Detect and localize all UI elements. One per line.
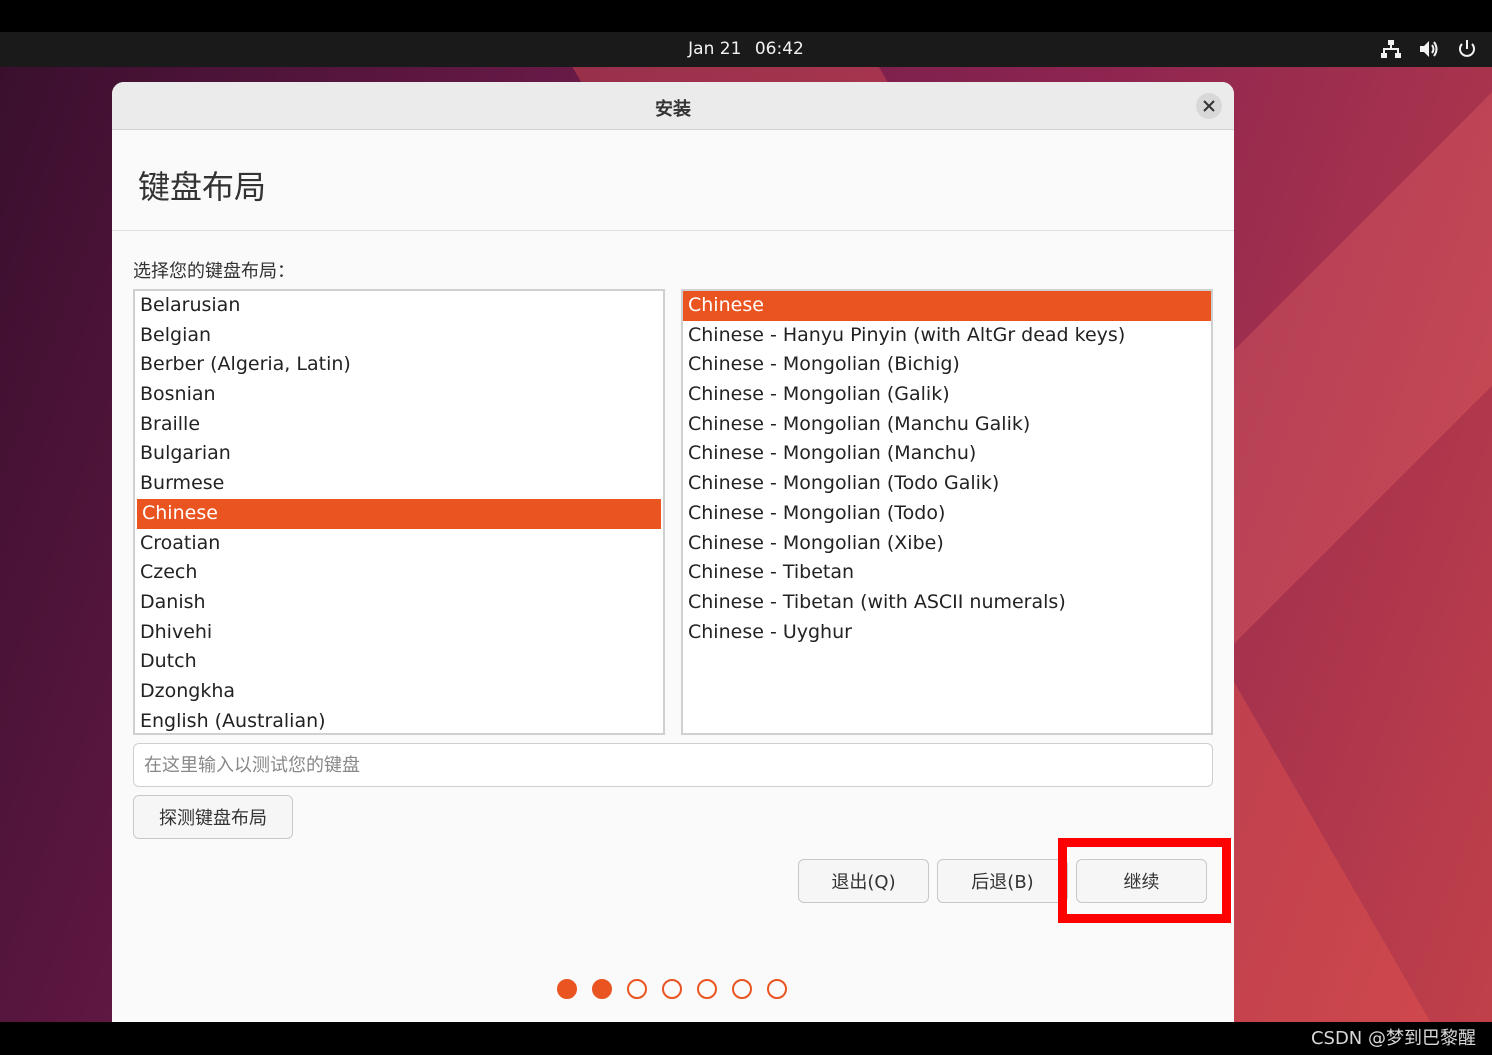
list-item[interactable]: Chinese - Mongolian (Galik) [683, 380, 1211, 410]
progress-dot [697, 979, 717, 999]
list-item[interactable]: Bulgarian [135, 439, 663, 469]
list-item[interactable]: Belgian [135, 321, 663, 351]
list-item[interactable]: Belarusian [135, 291, 663, 321]
list-item[interactable]: Chinese [137, 498, 661, 529]
list-item[interactable]: Bosnian [135, 380, 663, 410]
list-item[interactable]: Chinese - Mongolian (Xibe) [683, 529, 1211, 559]
list-item[interactable]: Berber (Algeria, Latin) [135, 350, 663, 380]
system-tray [1380, 38, 1478, 60]
progress-dot [767, 979, 787, 999]
installer-window: 安装 键盘布局 选择您的键盘布局： Belarusian Belgian Berbe… [112, 82, 1234, 1022]
list-item[interactable]: Dutch [135, 647, 663, 677]
clock-date: Jan 21 [688, 39, 742, 59]
quit-button[interactable]: 退出(Q) [798, 859, 929, 903]
list-item[interactable]: Chinese - Mongolian (Todo) [683, 499, 1211, 529]
progress-dots [557, 979, 787, 999]
watermark: CSDN @梦到巴黎醒 [1310, 1028, 1476, 1049]
list-item[interactable]: Dzongkha [135, 677, 663, 707]
progress-dot [627, 979, 647, 999]
list-item[interactable]: Chinese [683, 291, 1211, 321]
list-item[interactable]: Burmese [135, 469, 663, 499]
progress-dot [592, 979, 612, 999]
close-button[interactable] [1196, 93, 1222, 119]
list-item[interactable]: Chinese - Mongolian (Manchu Galik) [683, 410, 1211, 440]
list-item[interactable]: Braille [135, 410, 663, 440]
variant-list[interactable]: Chinese Chinese - Hanyu Pinyin (with AltG… [681, 289, 1213, 735]
list-item[interactable]: Chinese - Uyghur [683, 618, 1211, 648]
list-item[interactable]: English (Australian) [135, 707, 663, 733]
list-item[interactable]: Chinese - Tibetan (with ASCII numerals) [683, 588, 1211, 618]
clock-time: 06:42 [754, 39, 804, 59]
window-titlebar[interactable]: 安装 [112, 82, 1234, 130]
volume-icon[interactable] [1418, 38, 1440, 60]
back-button[interactable]: 后退(B) [937, 859, 1068, 903]
continue-button[interactable]: 继续 [1076, 859, 1207, 903]
top-panel: Jan 21 06:42 [0, 32, 1492, 67]
network-icon[interactable] [1380, 38, 1402, 60]
list-item[interactable]: Chinese - Mongolian (Bichig) [683, 350, 1211, 380]
power-icon[interactable] [1456, 38, 1478, 60]
clock[interactable]: Jan 21 06:42 [0, 39, 1492, 59]
list-item[interactable]: Danish [135, 588, 663, 618]
list-item[interactable]: Chinese - Mongolian (Manchu) [683, 439, 1211, 469]
detect-layout-button[interactable]: 探测键盘布局 [133, 795, 293, 839]
list-item[interactable]: Dhivehi [135, 618, 663, 648]
list-item[interactable]: Chinese - Mongolian (Todo Galik) [683, 469, 1211, 499]
layout-prompt: 选择您的键盘布局： [133, 261, 295, 282]
page-title: 键盘布局 [138, 168, 267, 206]
page-header: 键盘布局 [112, 130, 1234, 231]
progress-dot [557, 979, 577, 999]
list-item[interactable]: Croatian [135, 529, 663, 559]
progress-dot [662, 979, 682, 999]
layout-list[interactable]: Belarusian Belgian Berber (Algeria, Latin)… [133, 289, 665, 735]
list-item[interactable]: Chinese - Hanyu Pinyin (with AltGr dead … [683, 321, 1211, 351]
list-item[interactable]: Czech [135, 558, 663, 588]
list-item[interactable]: Chinese - Tibetan [683, 558, 1211, 588]
close-icon [1203, 100, 1215, 112]
window-title: 安装 [655, 99, 691, 120]
progress-dot [732, 979, 752, 999]
screen-bottom-border [0, 1022, 1492, 1055]
keyboard-test-input[interactable] [133, 743, 1213, 787]
screen-top-border [0, 0, 1492, 32]
